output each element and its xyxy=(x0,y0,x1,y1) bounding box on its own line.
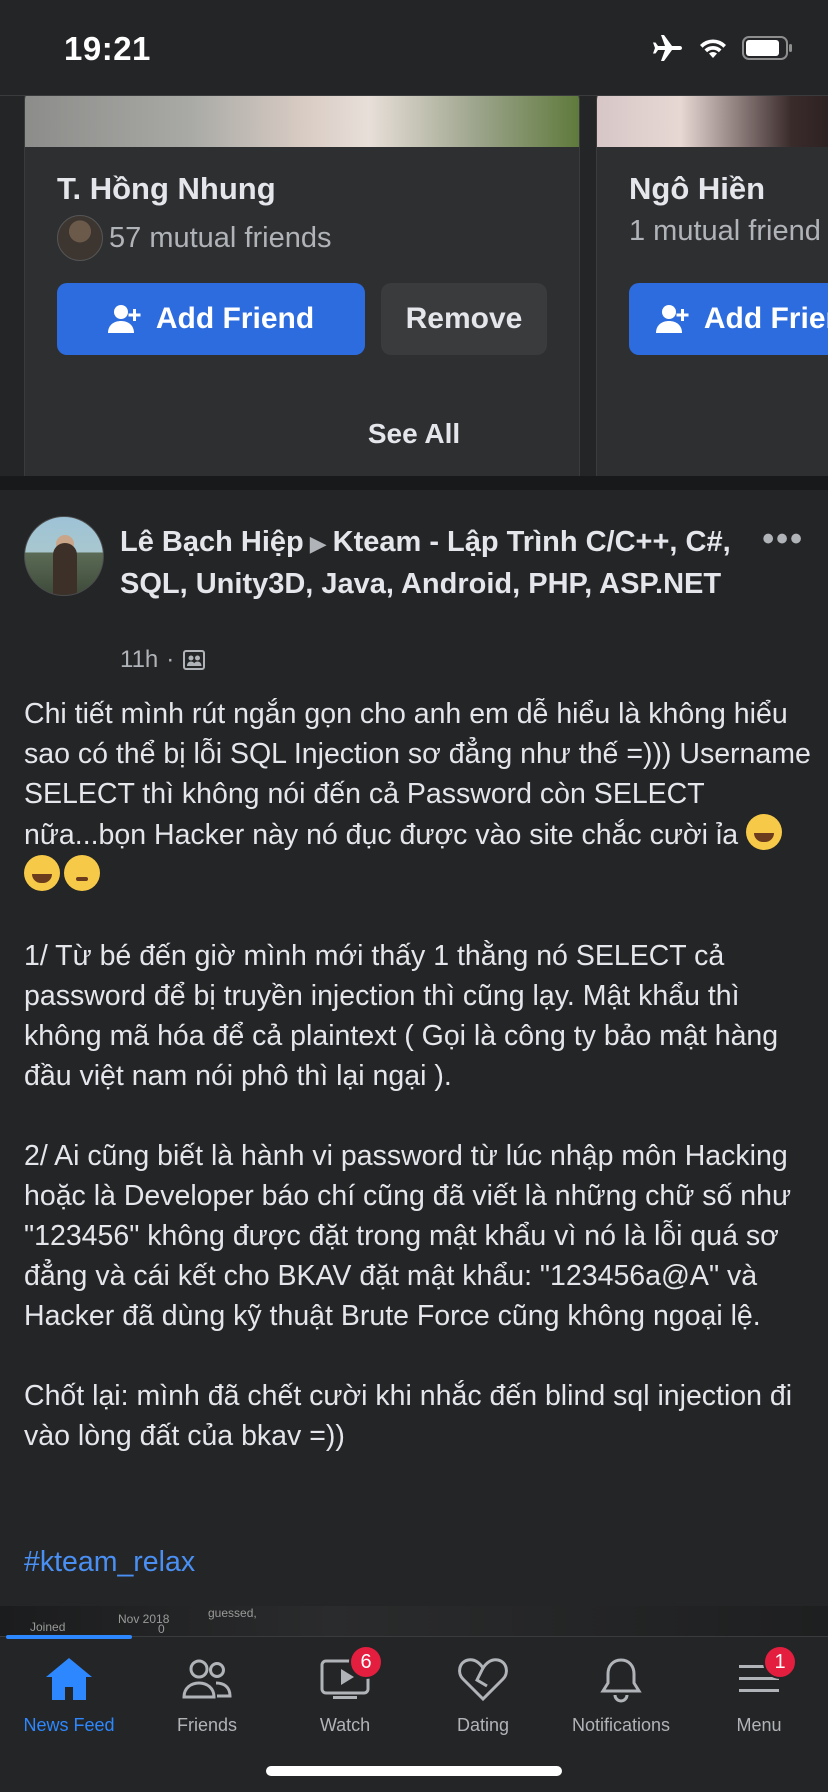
author-name[interactable]: Lê Bạch Hiệp xyxy=(120,526,304,558)
mutual-friends-count: 57 mutual friends xyxy=(109,221,332,254)
post-meta: 11h · xyxy=(120,646,206,674)
hashtag-link[interactable]: #kteam_relax xyxy=(24,1546,195,1579)
add-friend-button[interactable]: Add Friend xyxy=(57,283,365,355)
add-friend-icon xyxy=(107,305,141,333)
profile-photo[interactable] xyxy=(597,96,828,147)
see-all-link[interactable]: See All xyxy=(0,418,828,450)
airplane-mode-icon xyxy=(653,35,682,61)
profile-photo[interactable] xyxy=(25,96,579,147)
laughing-emoji-icon xyxy=(24,855,60,891)
dating-icon xyxy=(453,1651,513,1707)
remove-button[interactable]: Remove xyxy=(381,283,547,355)
post-paragraph: 2/ Ai cũng biết là hành vi password từ l… xyxy=(24,1140,792,1332)
mutual-friends[interactable]: 57 mutual friends xyxy=(57,215,331,261)
add-friend-icon xyxy=(655,305,689,333)
add-friend-label: Add Friend xyxy=(703,302,828,335)
status-bar: 19:21 xyxy=(0,0,828,96)
arrow-right-icon: ▶ xyxy=(309,531,327,556)
add-friend-label: Add Friend xyxy=(155,302,315,335)
battery-icon xyxy=(742,36,792,60)
section-divider xyxy=(0,476,828,490)
tab-watch[interactable]: 6 Watch xyxy=(276,1645,414,1761)
tab-news-feed[interactable]: News Feed xyxy=(0,1651,138,1761)
tab-friends[interactable]: Friends xyxy=(138,1651,276,1761)
laughing-emoji-icon xyxy=(745,814,782,850)
tab-label: Friends xyxy=(176,1715,238,1735)
status-time: 19:21 xyxy=(64,30,151,67)
tab-dating[interactable]: Dating xyxy=(414,1651,552,1761)
thinking-emoji-icon xyxy=(64,855,100,891)
status-icons xyxy=(652,34,794,62)
mutual-friends[interactable]: 1 mutual friend xyxy=(629,215,821,248)
post-paragraph: 1/ Từ bé đến giờ mình mới thấy 1 thằng n… xyxy=(24,940,779,1092)
post-time[interactable]: 11h xyxy=(120,646,158,674)
tab-label: Menu xyxy=(736,1715,782,1735)
tab-label: Notifications xyxy=(571,1715,671,1735)
home-indicator[interactable] xyxy=(266,1766,562,1776)
image-text: Joined xyxy=(30,1620,66,1634)
tab-label: Watch xyxy=(319,1715,371,1735)
group-audience-icon xyxy=(183,650,206,670)
more-dots-icon[interactable]: ••• xyxy=(762,520,804,559)
tab-label: News Feed xyxy=(23,1715,115,1735)
tab-menu[interactable]: 1 Menu xyxy=(690,1645,828,1761)
meta-separator: · xyxy=(166,646,175,673)
watch-icon: 6 xyxy=(315,1645,383,1707)
home-icon xyxy=(39,1651,99,1707)
bell-icon xyxy=(591,1651,651,1707)
author-avatar[interactable] xyxy=(24,516,104,596)
friends-icon xyxy=(177,1651,237,1707)
image-text: 0 xyxy=(158,1622,165,1636)
post-image[interactable]: Joined Nov 2018 guessed, 0 xyxy=(0,1606,828,1636)
suggested-friends-section: T. Hồng Nhung 57 mutual friends Add Frie… xyxy=(0,96,828,476)
feed-post: Lê Bạch Hiệp ▶ Kteam - Lập Trình C/C++, C#… xyxy=(0,490,828,1606)
suggestion-name[interactable]: T. Hồng Nhung xyxy=(57,171,276,207)
suggestion-name[interactable]: Ngô Hiền xyxy=(629,171,765,207)
post-paragraph: Chốt lại: mình đã chết cười khi nhắc đến… xyxy=(24,1380,793,1452)
active-tab-indicator xyxy=(6,1635,132,1639)
mutual-friends-count: 1 mutual friend xyxy=(629,215,821,247)
post-text: Chi tiết mình rút ngắn gọn cho anh em dễ… xyxy=(24,694,814,1456)
tab-notifications[interactable]: Notifications xyxy=(552,1651,690,1761)
image-text: guessed, xyxy=(208,1606,257,1620)
mutual-friend-avatar xyxy=(57,215,103,261)
post-paragraph: Chi tiết mình rút ngắn gọn cho anh em dễ… xyxy=(24,698,811,851)
watch-badge: 6 xyxy=(349,1645,383,1679)
post-header: Lê Bạch Hiệp ▶ Kteam - Lập Trình C/C++, C#… xyxy=(120,522,740,604)
wifi-icon xyxy=(700,39,726,58)
add-friend-button[interactable]: Add Friend xyxy=(629,283,828,355)
tab-label: Dating xyxy=(456,1715,510,1735)
menu-badge: 1 xyxy=(763,1645,797,1679)
menu-icon: 1 xyxy=(729,1645,797,1707)
